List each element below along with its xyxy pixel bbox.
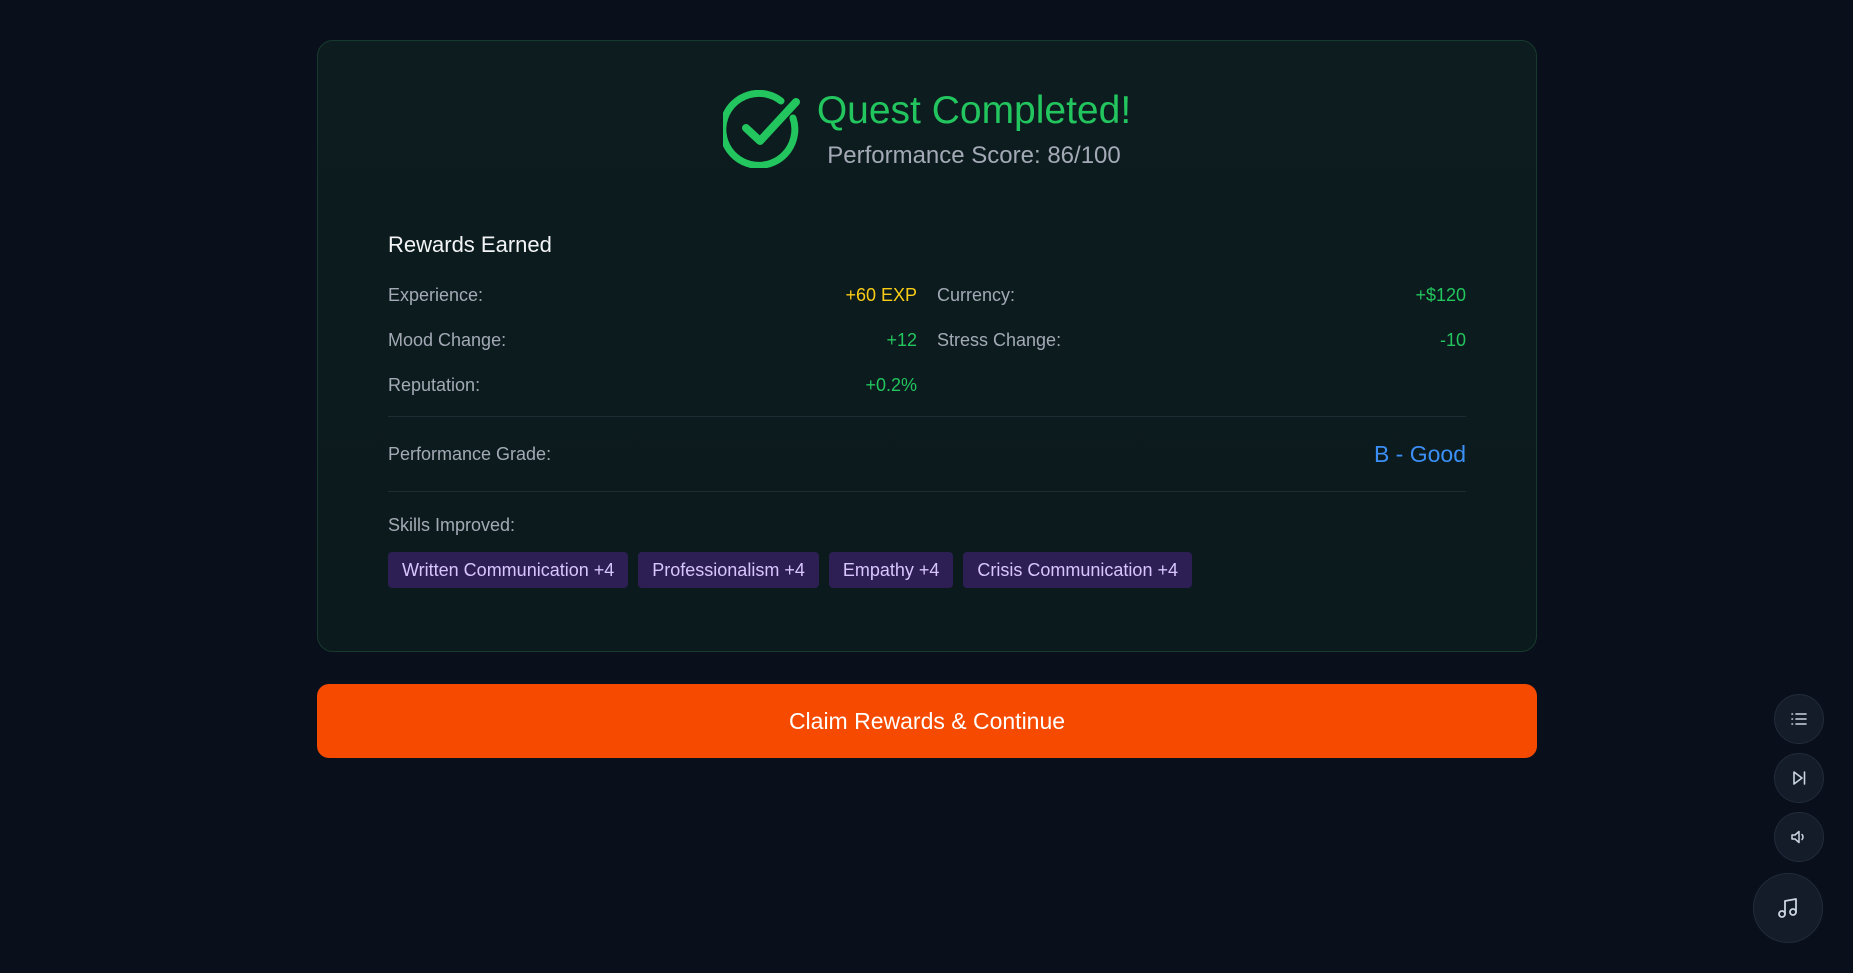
reputation-label: Reputation: [388, 375, 481, 395]
quest-header: Quest Completed! Performance Score: 86/1… [318, 87, 1536, 171]
volume-button[interactable] [1774, 812, 1824, 862]
skill-tag: Crisis Communication +4 [963, 552, 1192, 588]
reputation-value: +0.2% [865, 375, 917, 395]
quest-result-card: Quest Completed! Performance Score: 86/1… [317, 40, 1537, 652]
rewards-title: Rewards Earned [388, 232, 552, 257]
reward-row-reputation: Reputation: +0.2% [388, 363, 917, 408]
quest-title: Quest Completed! [816, 89, 1132, 132]
check-circle-icon [722, 90, 800, 168]
volume-icon [1791, 830, 1804, 844]
skill-tag: Written Communication +4 [388, 552, 629, 588]
skills-label: Skills Improved: [388, 515, 516, 535]
skill-tag: Empathy +4 [828, 552, 954, 588]
divider [388, 491, 1466, 492]
music-button[interactable] [1753, 873, 1823, 943]
reward-row-stress: Stress Change: -10 [937, 318, 1466, 363]
rewards-section: Rewards Earned Experience: +60 EXP Curre… [388, 231, 1466, 588]
rewards-grid: Experience: +60 EXP Currency: +$120 Mood… [388, 273, 1466, 408]
reward-row-mood: Mood Change: +12 [388, 318, 917, 363]
grade-label: Performance Grade: [388, 443, 552, 464]
menu-button[interactable] [1774, 694, 1824, 744]
skip-forward-icon [1793, 771, 1806, 785]
music-icon [1778, 898, 1797, 918]
reward-row-experience: Experience: +60 EXP [388, 273, 917, 318]
currency-value: +$120 [1415, 285, 1466, 305]
mood-label: Mood Change: [388, 330, 507, 350]
list-icon [1791, 713, 1807, 725]
experience-label: Experience: [388, 285, 484, 305]
skip-button[interactable] [1774, 753, 1824, 803]
reward-row-currency: Currency: +$120 [937, 273, 1466, 318]
stress-value: -10 [1439, 330, 1466, 350]
experience-value: +60 EXP [845, 285, 917, 305]
claim-rewards-button[interactable]: Claim Rewards & Continue [317, 684, 1537, 758]
skill-tag: Professionalism +4 [638, 552, 819, 588]
performance-grade-row: Performance Grade: B - Good [388, 417, 1466, 491]
mood-value: +12 [886, 330, 917, 350]
currency-label: Currency: [937, 285, 1016, 305]
stress-label: Stress Change: [937, 330, 1062, 350]
performance-score: Performance Score: 86/100 [827, 142, 1121, 169]
skills-list: Written Communication +4 Professionalism… [388, 552, 1466, 588]
quest-title-block: Quest Completed! Performance Score: 86/1… [817, 87, 1131, 171]
grade-value: B - Good [1373, 440, 1466, 467]
